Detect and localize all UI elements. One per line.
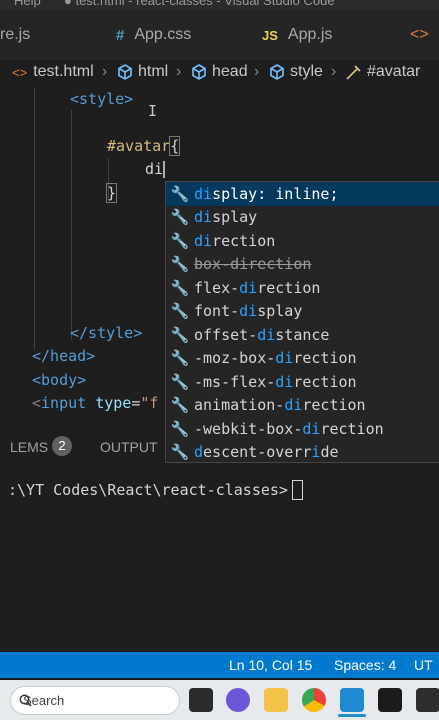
chevron-right-icon: › bbox=[254, 63, 260, 80]
wrench-icon: 🔧 bbox=[170, 184, 190, 203]
breadcrumb-label: test.html bbox=[33, 63, 94, 80]
suggestion-item-deprecated[interactable]: 🔧 box-direction bbox=[166, 253, 439, 277]
selector-icon bbox=[346, 65, 361, 80]
css-file-icon: # bbox=[116, 26, 125, 44]
typed-text: di bbox=[145, 160, 164, 178]
wrench-icon: 🔧 bbox=[170, 208, 190, 227]
suggestion-item[interactable]: 🔧 animation-direction bbox=[166, 394, 439, 418]
indentation[interactable]: Spaces: 4 bbox=[334, 657, 396, 673]
close-brace: } bbox=[105, 183, 118, 203]
tab-problems[interactable]: LEMS bbox=[10, 439, 48, 455]
text-cursor-icon: I bbox=[148, 102, 158, 120]
cursor-position[interactable]: Ln 10, Col 15 bbox=[229, 657, 312, 673]
wrench-icon: 🔧 bbox=[170, 396, 190, 415]
wrench-icon: 🔧 bbox=[170, 325, 190, 344]
caret bbox=[163, 161, 166, 178]
css-selector: #avatar bbox=[107, 137, 171, 155]
suggestion-item[interactable]: 🔧 direction bbox=[166, 229, 439, 253]
open-brace: { bbox=[169, 136, 181, 156]
chevron-right-icon: › bbox=[102, 63, 108, 80]
breadcrumb-label: #avatar bbox=[367, 63, 421, 80]
indent-guide bbox=[34, 88, 35, 350]
suggestion-item[interactable]: 🔧 flex-direction bbox=[166, 276, 439, 300]
suggestion-item[interactable]: 🔧 font-display bbox=[166, 300, 439, 324]
tab-app-js[interactable]: JS App.js bbox=[262, 10, 332, 60]
element-cube-icon bbox=[270, 64, 284, 80]
media-app-icon[interactable] bbox=[378, 688, 402, 712]
suggestion-item[interactable]: 🔧 offset-distance bbox=[166, 323, 439, 347]
breadcrumb-item-head[interactable]: head bbox=[190, 63, 248, 81]
body-open-tag: <body> bbox=[32, 371, 87, 389]
code-line-body-open: <body> bbox=[32, 371, 86, 389]
head-close-tag: </head> bbox=[32, 347, 96, 365]
breadcrumb-item-style[interactable]: style bbox=[268, 63, 323, 81]
vscode-icon[interactable] bbox=[340, 688, 364, 712]
terminal-cursor bbox=[292, 480, 303, 500]
editor-tab-bar: re.js # App.css JS App.js <> bbox=[0, 10, 439, 61]
wrench-icon: 🔧 bbox=[170, 349, 190, 368]
chrome-icon[interactable] bbox=[302, 688, 326, 712]
tab-output[interactable]: OUTPUT bbox=[100, 439, 158, 455]
tab-label: App.css bbox=[134, 26, 192, 43]
code-line-style-open: <style> bbox=[70, 90, 133, 108]
window-title-bar: Help ● test.html - react-classes - Visua… bbox=[0, 0, 439, 10]
code-line-head-close: </head> bbox=[32, 347, 95, 365]
status-bar: Ln 10, Col 15 Spaces: 4 UT bbox=[0, 652, 439, 678]
task-view-icon[interactable] bbox=[189, 688, 213, 712]
suggestion-item[interactable]: 🔧 -ms-flex-direction bbox=[166, 370, 439, 394]
code-line-input: <input type="f bbox=[32, 394, 159, 412]
element-cube-icon bbox=[192, 64, 206, 80]
autocomplete-suggestions[interactable]: 🔧 display: inline; 🔧 display 🔧 direction 🔧 b… bbox=[165, 181, 439, 463]
breadcrumb-item-file[interactable]: <> test.html bbox=[12, 63, 94, 81]
terminal-prompt: :\YT Codes\React\react-classes> bbox=[8, 481, 288, 499]
code-line-style-close: </style> bbox=[70, 324, 142, 342]
wrench-icon: 🔧 bbox=[170, 372, 190, 391]
suggestion-item[interactable]: 🔧 -moz-box-direction bbox=[166, 347, 439, 371]
search-placeholder: Search bbox=[23, 693, 65, 708]
help-menu[interactable]: Help bbox=[14, 0, 41, 8]
problems-count-badge: 2 bbox=[52, 436, 72, 456]
input-tag: input bbox=[41, 394, 87, 412]
indent-guide bbox=[71, 110, 72, 340]
panel-tab-bar: LEMS 2 OUTPUT bbox=[0, 430, 439, 464]
breadcrumb: <> test.html › html › head › style › #av… bbox=[0, 60, 439, 88]
suggestion-item[interactable]: 🔧 display bbox=[166, 206, 439, 230]
tab-react-js[interactable]: re.js bbox=[0, 10, 30, 60]
breadcrumb-item-avatar[interactable]: #avatar bbox=[345, 63, 420, 81]
html-file-icon: <> bbox=[12, 64, 28, 80]
wrench-icon: 🔧 bbox=[170, 302, 190, 321]
breadcrumb-label: style bbox=[290, 63, 323, 80]
chat-icon[interactable] bbox=[226, 688, 250, 712]
js-file-icon: JS bbox=[262, 27, 278, 43]
breadcrumb-label: html bbox=[138, 63, 169, 80]
type-attribute: type bbox=[95, 394, 132, 412]
suggestion-item[interactable]: 🔧 display: inline; bbox=[166, 182, 439, 206]
wrench-icon: 🔧 bbox=[170, 231, 190, 250]
chevron-right-icon: › bbox=[331, 63, 337, 80]
chevron-right-icon: › bbox=[176, 63, 182, 80]
terminal[interactable]: :\YT Codes\React\react-classes> bbox=[0, 472, 439, 652]
active-app-indicator bbox=[338, 714, 366, 717]
tab-app-css[interactable]: # App.css bbox=[116, 10, 191, 60]
breadcrumb-item-html[interactable]: html bbox=[116, 63, 168, 81]
window-title: ● test.html - react-classes - Visual Stu… bbox=[64, 0, 335, 8]
encoding[interactable]: UT bbox=[414, 657, 433, 673]
breadcrumb-label: head bbox=[212, 63, 248, 80]
taskbar-search[interactable]: Search bbox=[10, 686, 180, 715]
code-line-typed: di bbox=[145, 160, 166, 178]
wrench-icon: 🔧 bbox=[170, 255, 190, 274]
code-line-brace-close: } bbox=[105, 183, 118, 203]
element-cube-icon bbox=[118, 64, 132, 80]
code-line-selector: #avatar{ bbox=[107, 136, 181, 156]
style-open-tag: <style> bbox=[70, 90, 134, 108]
attribute-value: "f bbox=[140, 394, 159, 412]
html-file-icon[interactable]: <> bbox=[410, 10, 429, 60]
tab-label: re.js bbox=[0, 26, 31, 43]
file-explorer-icon[interactable] bbox=[264, 688, 288, 712]
app-icon[interactable] bbox=[416, 688, 439, 712]
tab-label: App.js bbox=[287, 26, 333, 43]
style-close-tag: </style> bbox=[70, 324, 143, 342]
wrench-icon: 🔧 bbox=[170, 278, 190, 297]
